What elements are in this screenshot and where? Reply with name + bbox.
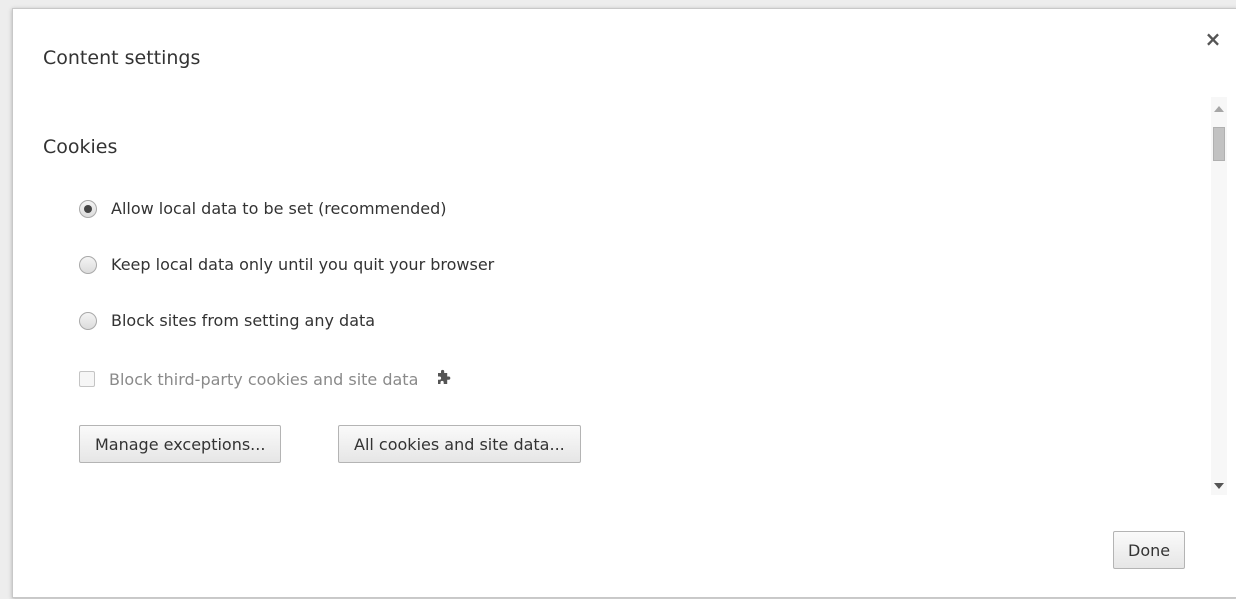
radio-button-selected[interactable]	[79, 199, 97, 218]
scroll-thumb[interactable]	[1213, 127, 1225, 161]
radio-button[interactable]	[79, 255, 97, 274]
scroll-down-arrow-icon[interactable]	[1214, 483, 1224, 489]
cookies-section-title: Cookies	[43, 136, 118, 158]
content-settings-dialog: Content settings × Cookies Allow local d…	[12, 8, 1236, 598]
checkbox-block-third-party[interactable]: Block third-party cookies and site data	[79, 369, 452, 389]
radio-label: Block sites from setting any data	[111, 311, 376, 330]
vertical-scrollbar[interactable]	[1211, 97, 1227, 495]
dialog-title: Content settings	[43, 47, 201, 69]
radio-allow-local-data[interactable]: Allow local data to be set (recommended)	[79, 199, 447, 218]
scroll-up-arrow-icon[interactable]	[1214, 106, 1224, 112]
radio-keep-until-quit[interactable]: Keep local data only until you quit your…	[79, 255, 494, 274]
radio-block-sites[interactable]: Block sites from setting any data	[79, 311, 375, 330]
manage-exceptions-button[interactable]: Manage exceptions...	[79, 425, 282, 463]
radio-button[interactable]	[79, 311, 97, 330]
puzzle-piece-icon	[432, 369, 452, 389]
close-icon[interactable]: ×	[1203, 29, 1223, 49]
radio-label: Allow local data to be set (recommended)	[111, 199, 447, 218]
radio-label: Keep local data only until you quit your…	[111, 255, 495, 274]
checkbox[interactable]	[79, 371, 95, 387]
done-button[interactable]: Done	[1113, 531, 1186, 569]
all-cookies-site-data-button[interactable]: All cookies and site data...	[338, 425, 581, 463]
checkbox-label: Block third-party cookies and site data	[109, 369, 419, 389]
